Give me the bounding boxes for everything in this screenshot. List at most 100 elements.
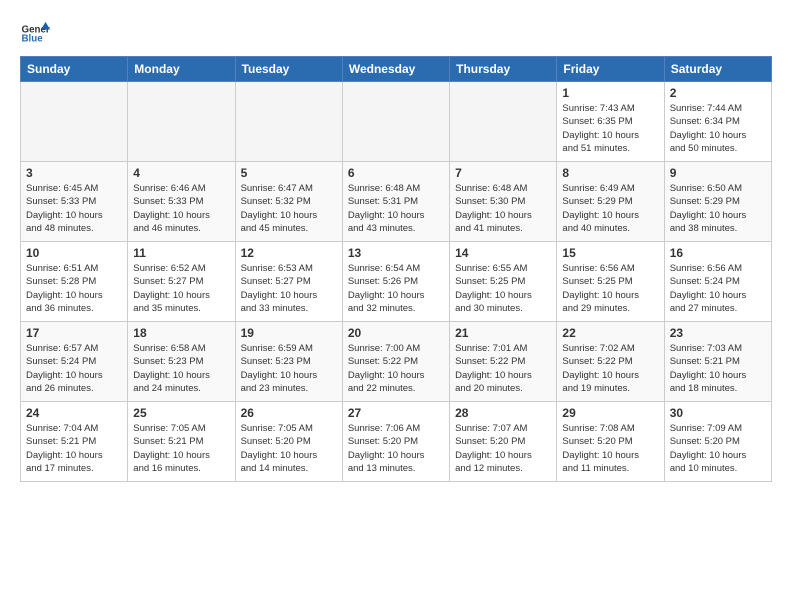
- day-number: 14: [455, 246, 551, 260]
- day-info: Sunrise: 7:44 AMSunset: 6:34 PMDaylight:…: [670, 102, 766, 155]
- day-info: Sunrise: 6:48 AMSunset: 5:30 PMDaylight:…: [455, 182, 551, 235]
- weekday-header-saturday: Saturday: [664, 57, 771, 82]
- calendar-table: SundayMondayTuesdayWednesdayThursdayFrid…: [20, 56, 772, 482]
- day-info: Sunrise: 6:55 AMSunset: 5:25 PMDaylight:…: [455, 262, 551, 315]
- calendar-cell: [235, 82, 342, 162]
- day-info: Sunrise: 7:02 AMSunset: 5:22 PMDaylight:…: [562, 342, 658, 395]
- calendar-cell: 15Sunrise: 6:56 AMSunset: 5:25 PMDayligh…: [557, 242, 664, 322]
- calendar-cell: 17 Sunrise: 6:57 AMSunset: 5:24 PMDayligh…: [21, 322, 128, 402]
- weekday-header-monday: Monday: [128, 57, 235, 82]
- calendar-cell: [21, 82, 128, 162]
- day-info: Sunrise: 6:51 AMSunset: 5:28 PMDaylight:…: [26, 262, 122, 315]
- calendar-cell: 24 Sunrise: 7:04 AMSunset: 5:21 PMDayligh…: [21, 402, 128, 482]
- day-number: 13: [348, 246, 444, 260]
- day-number: 9: [670, 166, 766, 180]
- weekday-header-row: SundayMondayTuesdayWednesdayThursdayFrid…: [21, 57, 772, 82]
- weekday-header-wednesday: Wednesday: [342, 57, 449, 82]
- calendar-cell: 30 Sunrise: 7:09 AMSunset: 5:20 PMDayligh…: [664, 402, 771, 482]
- calendar-cell: 29 Sunrise: 7:08 AMSunset: 5:20 PMDayligh…: [557, 402, 664, 482]
- day-info: Sunrise: 7:05 AMSunset: 5:21 PMDaylight:…: [133, 422, 229, 475]
- day-number: 18: [133, 326, 229, 340]
- calendar-cell: 10 Sunrise: 6:51 AMSunset: 5:28 PMDayligh…: [21, 242, 128, 322]
- calendar-cell: 4Sunrise: 6:46 AMSunset: 5:33 PMDaylight…: [128, 162, 235, 242]
- day-info: Sunrise: 7:00 AMSunset: 5:22 PMDaylight:…: [348, 342, 444, 395]
- day-info: Sunrise: 7:43 AMSunset: 6:35 PMDaylight:…: [562, 102, 658, 155]
- day-info: Sunrise: 6:56 AMSunset: 5:24 PMDaylight:…: [670, 262, 766, 315]
- day-info: Sunrise: 6:46 AMSunset: 5:33 PMDaylight:…: [133, 182, 229, 235]
- logo-icon: General Blue: [20, 16, 50, 46]
- day-number: 30: [670, 406, 766, 420]
- calendar-cell: 23 Sunrise: 7:03 AMSunset: 5:21 PMDayligh…: [664, 322, 771, 402]
- day-info: Sunrise: 6:53 AMSunset: 5:27 PMDaylight:…: [241, 262, 337, 315]
- day-number: 5: [241, 166, 337, 180]
- day-info: Sunrise: 6:57 AMSunset: 5:24 PMDaylight:…: [26, 342, 122, 395]
- week-row-2: 3 Sunrise: 6:45 AMSunset: 5:33 PMDaylight…: [21, 162, 772, 242]
- calendar-cell: 26 Sunrise: 7:05 AMSunset: 5:20 PMDayligh…: [235, 402, 342, 482]
- day-number: 3: [26, 166, 122, 180]
- calendar-cell: 16 Sunrise: 6:56 AMSunset: 5:24 PMDayligh…: [664, 242, 771, 322]
- day-number: 11: [133, 246, 229, 260]
- calendar-cell: 5 Sunrise: 6:47 AMSunset: 5:32 PMDaylight…: [235, 162, 342, 242]
- day-number: 8: [562, 166, 658, 180]
- svg-text:Blue: Blue: [22, 34, 44, 45]
- calendar-cell: 1Sunrise: 7:43 AMSunset: 6:35 PMDaylight…: [557, 82, 664, 162]
- day-info: Sunrise: 6:58 AMSunset: 5:23 PMDaylight:…: [133, 342, 229, 395]
- calendar-cell: 19 Sunrise: 6:59 AMSunset: 5:23 PMDayligh…: [235, 322, 342, 402]
- calendar-cell: 8 Sunrise: 6:49 AMSunset: 5:29 PMDaylight…: [557, 162, 664, 242]
- calendar-cell: 11 Sunrise: 6:52 AMSunset: 5:27 PMDayligh…: [128, 242, 235, 322]
- day-info: Sunrise: 7:09 AMSunset: 5:20 PMDaylight:…: [670, 422, 766, 475]
- day-number: 15: [562, 246, 658, 260]
- day-info: Sunrise: 7:04 AMSunset: 5:21 PMDaylight:…: [26, 422, 122, 475]
- calendar-cell: 25Sunrise: 7:05 AMSunset: 5:21 PMDayligh…: [128, 402, 235, 482]
- day-info: Sunrise: 6:47 AMSunset: 5:32 PMDaylight:…: [241, 182, 337, 235]
- weekday-header-friday: Friday: [557, 57, 664, 82]
- calendar-cell: 2 Sunrise: 7:44 AMSunset: 6:34 PMDaylight…: [664, 82, 771, 162]
- week-row-5: 24 Sunrise: 7:04 AMSunset: 5:21 PMDayligh…: [21, 402, 772, 482]
- calendar-cell: 21Sunrise: 7:01 AMSunset: 5:22 PMDayligh…: [450, 322, 557, 402]
- week-row-1: 1Sunrise: 7:43 AMSunset: 6:35 PMDaylight…: [21, 82, 772, 162]
- calendar-cell: 28 Sunrise: 7:07 AMSunset: 5:20 PMDayligh…: [450, 402, 557, 482]
- calendar-cell: 13 Sunrise: 6:54 AMSunset: 5:26 PMDayligh…: [342, 242, 449, 322]
- day-number: 23: [670, 326, 766, 340]
- day-number: 28: [455, 406, 551, 420]
- day-number: 16: [670, 246, 766, 260]
- day-number: 20: [348, 326, 444, 340]
- day-number: 17: [26, 326, 122, 340]
- calendar-cell: 14 Sunrise: 6:55 AMSunset: 5:25 PMDayligh…: [450, 242, 557, 322]
- day-number: 12: [241, 246, 337, 260]
- day-number: 26: [241, 406, 337, 420]
- day-info: Sunrise: 7:08 AMSunset: 5:20 PMDaylight:…: [562, 422, 658, 475]
- day-info: Sunrise: 6:52 AMSunset: 5:27 PMDaylight:…: [133, 262, 229, 315]
- day-info: Sunrise: 6:54 AMSunset: 5:26 PMDaylight:…: [348, 262, 444, 315]
- day-info: Sunrise: 7:03 AMSunset: 5:21 PMDaylight:…: [670, 342, 766, 395]
- calendar-cell: 18 Sunrise: 6:58 AMSunset: 5:23 PMDayligh…: [128, 322, 235, 402]
- calendar-cell: 12 Sunrise: 6:53 AMSunset: 5:27 PMDayligh…: [235, 242, 342, 322]
- weekday-header-thursday: Thursday: [450, 57, 557, 82]
- calendar-cell: [128, 82, 235, 162]
- header-row: General Blue: [20, 16, 772, 46]
- day-info: Sunrise: 7:05 AMSunset: 5:20 PMDaylight:…: [241, 422, 337, 475]
- day-number: 29: [562, 406, 658, 420]
- weekday-header-tuesday: Tuesday: [235, 57, 342, 82]
- day-info: Sunrise: 6:48 AMSunset: 5:31 PMDaylight:…: [348, 182, 444, 235]
- day-number: 19: [241, 326, 337, 340]
- day-number: 10: [26, 246, 122, 260]
- day-number: 24: [26, 406, 122, 420]
- day-info: Sunrise: 6:49 AMSunset: 5:29 PMDaylight:…: [562, 182, 658, 235]
- day-info: Sunrise: 6:59 AMSunset: 5:23 PMDaylight:…: [241, 342, 337, 395]
- day-info: Sunrise: 6:45 AMSunset: 5:33 PMDaylight:…: [26, 182, 122, 235]
- calendar-cell: 22 Sunrise: 7:02 AMSunset: 5:22 PMDayligh…: [557, 322, 664, 402]
- calendar-cell: 20 Sunrise: 7:00 AMSunset: 5:22 PMDayligh…: [342, 322, 449, 402]
- calendar-cell: 27Sunrise: 7:06 AMSunset: 5:20 PMDayligh…: [342, 402, 449, 482]
- week-row-4: 17 Sunrise: 6:57 AMSunset: 5:24 PMDayligh…: [21, 322, 772, 402]
- calendar-cell: [450, 82, 557, 162]
- day-number: 6: [348, 166, 444, 180]
- day-number: 21: [455, 326, 551, 340]
- day-info: Sunrise: 7:07 AMSunset: 5:20 PMDaylight:…: [455, 422, 551, 475]
- day-number: 2: [670, 86, 766, 100]
- calendar-cell: 6 Sunrise: 6:48 AMSunset: 5:31 PMDaylight…: [342, 162, 449, 242]
- day-number: 22: [562, 326, 658, 340]
- day-number: 27: [348, 406, 444, 420]
- page: General Blue SundayMondayTuesdayWednesda…: [0, 0, 792, 494]
- logo-area: General Blue: [20, 16, 54, 46]
